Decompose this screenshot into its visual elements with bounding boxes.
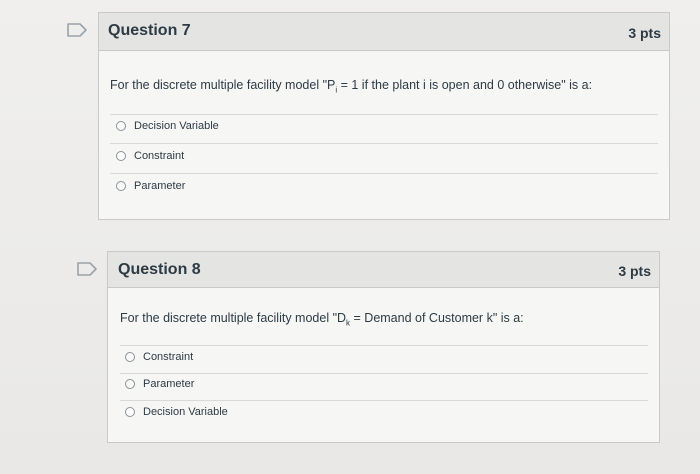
separator	[120, 373, 648, 374]
question-8-header: Question 8 3 pts	[108, 252, 659, 288]
separator	[110, 173, 658, 174]
radio-button[interactable]	[116, 151, 126, 161]
answer-option[interactable]: Constraint	[125, 351, 193, 363]
answer-label: Decision Variable	[143, 406, 228, 418]
radio-button[interactable]	[125, 352, 135, 362]
bookmark-flag-icon[interactable]	[66, 22, 88, 38]
answer-option[interactable]: Parameter	[116, 180, 185, 192]
bookmark-flag-icon[interactable]	[76, 261, 98, 277]
separator	[120, 400, 648, 401]
answer-label: Parameter	[134, 180, 186, 192]
radio-button[interactable]	[116, 181, 126, 191]
question-title: Question 8	[118, 261, 201, 278]
answer-label: Parameter	[143, 378, 195, 390]
question-text: For the discrete multiple facility model…	[110, 78, 593, 95]
answer-option[interactable]: Decision Variable	[125, 406, 228, 418]
question-7-card: Question 7 3 pts For the discrete multip…	[98, 12, 670, 220]
answer-label: Decision Variable	[134, 120, 219, 132]
separator	[110, 114, 658, 115]
quiz-page: Question 7 3 pts For the discrete multip…	[0, 0, 700, 474]
question-7-header: Question 7 3 pts	[99, 13, 669, 51]
answer-option[interactable]: Constraint	[116, 150, 184, 162]
answer-option[interactable]: Parameter	[125, 378, 194, 390]
answer-label: Constraint	[143, 351, 194, 363]
separator	[110, 143, 658, 144]
separator	[120, 345, 648, 346]
answer-label: Constraint	[134, 150, 185, 162]
question-text: For the discrete multiple facility model…	[120, 311, 524, 328]
question-points: 3 pts	[618, 263, 651, 279]
question-title: Question 7	[108, 22, 191, 39]
radio-button[interactable]	[125, 407, 135, 417]
radio-button[interactable]	[116, 121, 126, 131]
question-8-card: Question 8 3 pts For the discrete multip…	[107, 251, 660, 443]
question-points: 3 pts	[628, 25, 661, 41]
radio-button[interactable]	[125, 379, 135, 389]
answer-option[interactable]: Decision Variable	[116, 120, 219, 132]
